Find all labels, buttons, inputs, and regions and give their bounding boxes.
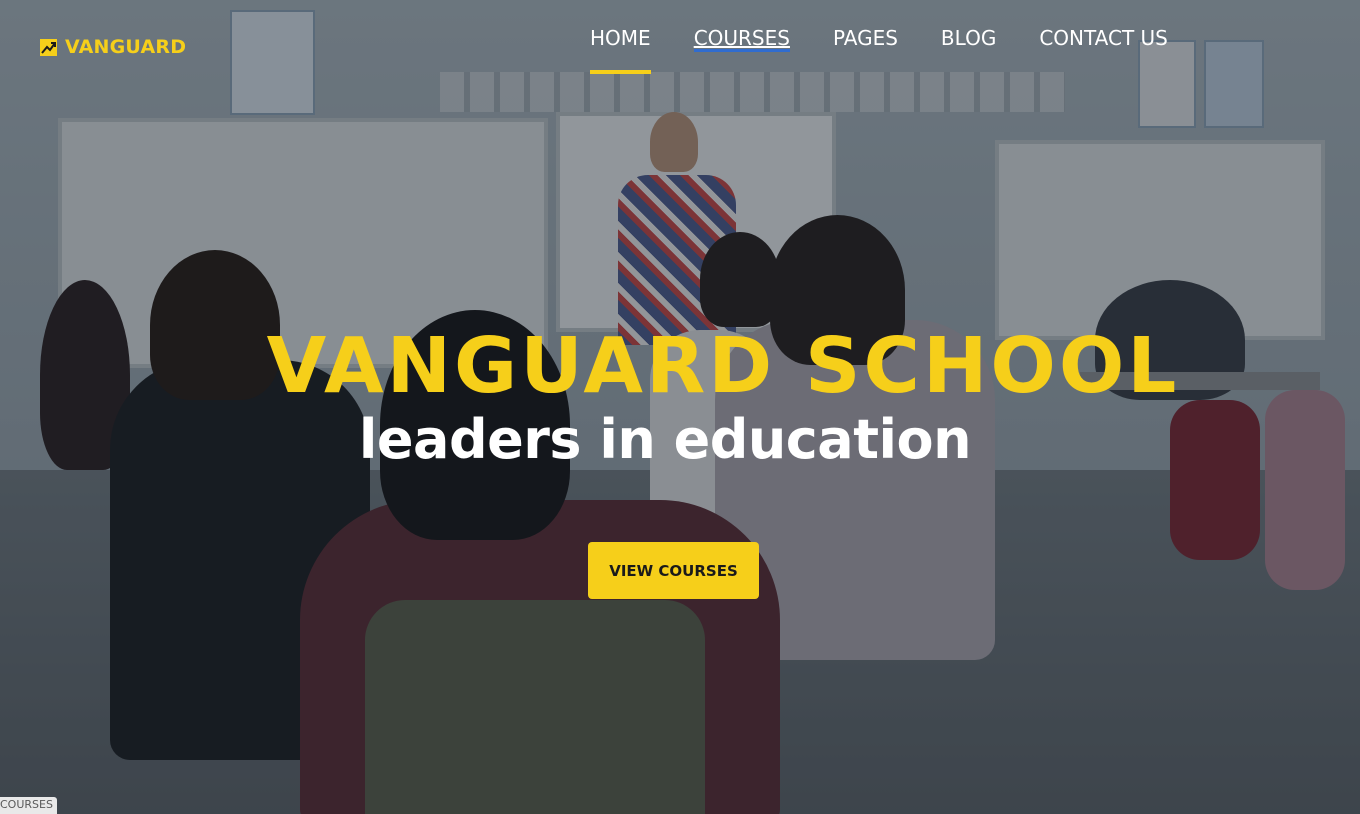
nav-item-label: COURSES — [693, 26, 790, 50]
hero-subtitle: leaders in education — [358, 408, 972, 471]
main-nav: HOME COURSES PAGES BLOG CONTACT US — [590, 26, 1168, 74]
view-courses-button[interactable]: VIEW COURSES — [588, 542, 759, 599]
nav-item-contact-us[interactable]: CONTACT US — [1039, 26, 1168, 62]
brand-logo[interactable]: VANGUARD — [40, 36, 186, 58]
hover-underline — [693, 49, 790, 52]
brand-name: VANGUARD — [65, 36, 187, 58]
nav-item-home[interactable]: HOME — [590, 26, 651, 74]
nav-item-courses[interactable]: COURSES — [693, 26, 790, 62]
nav-item-blog[interactable]: BLOG — [941, 26, 996, 62]
trending-up-icon — [40, 38, 57, 56]
hero-title: VANGUARD SCHOOL — [266, 322, 1180, 411]
nav-item-pages[interactable]: PAGES — [833, 26, 898, 62]
status-bar-link-preview: COURSES — [0, 797, 57, 814]
